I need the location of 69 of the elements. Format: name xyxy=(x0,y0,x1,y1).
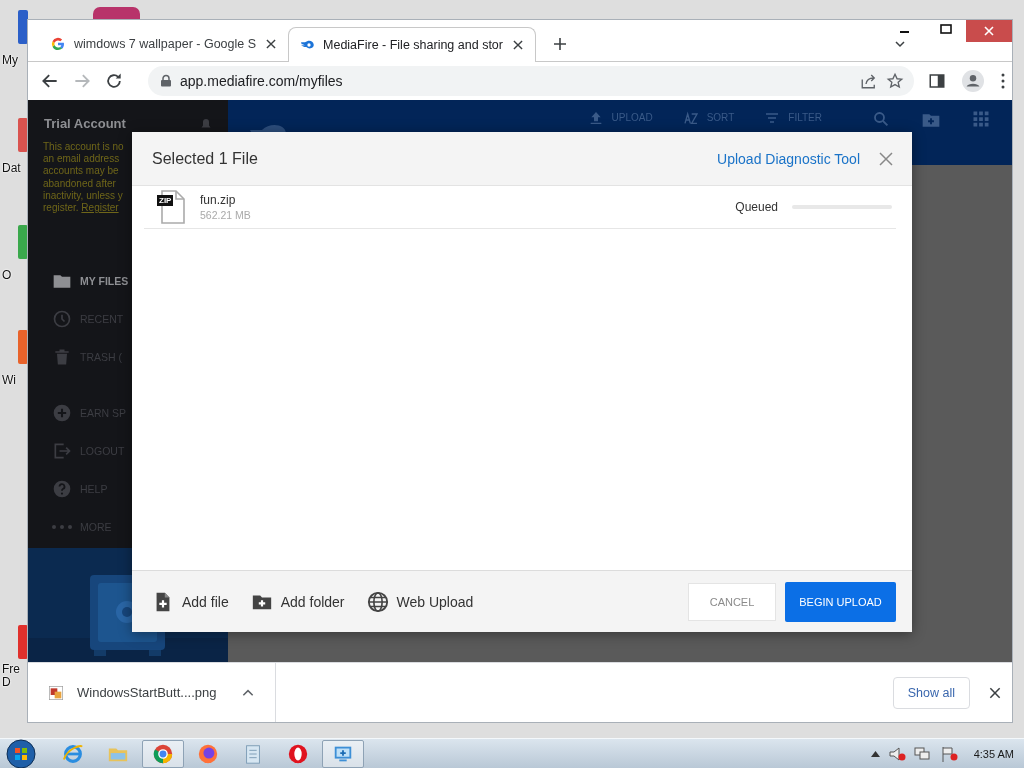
clock-icon xyxy=(52,309,72,330)
taskbar-button[interactable] xyxy=(142,739,184,768)
app-icon xyxy=(18,625,28,659)
network-icon[interactable] xyxy=(913,745,932,762)
address-bar[interactable]: app.mediafire.com/myfiles xyxy=(148,66,914,96)
avatar-icon[interactable] xyxy=(962,70,984,92)
sidebar-item-label: MY FILES xyxy=(80,275,129,288)
tab-title: MediaFire - File sharing and stor xyxy=(323,38,503,52)
sidebar-item[interactable]: MY FILES xyxy=(52,262,129,301)
tab-title: wimdows 7 wallpaper - Google S xyxy=(74,37,257,51)
up-arrow-icon[interactable] xyxy=(870,750,880,757)
new-tab-icon[interactable] xyxy=(551,36,568,52)
register-link[interactable]: Register xyxy=(81,202,119,213)
app-icon xyxy=(18,118,28,152)
globe-icon xyxy=(366,590,389,613)
close-icon[interactable] xyxy=(510,38,525,52)
show-all-button[interactable]: Show all xyxy=(892,676,970,709)
desktop-icon-label: Dat xyxy=(1,162,22,175)
star-icon[interactable] xyxy=(886,72,904,90)
side-panel-icon[interactable] xyxy=(928,72,946,90)
browser-icon xyxy=(152,742,174,765)
plus-circle-icon xyxy=(52,403,72,424)
desktop-icon-label: My xyxy=(1,54,19,67)
google-icon xyxy=(50,36,66,52)
account-title: Trial Account xyxy=(44,116,126,131)
begin-upload-button[interactable]: BEGIN UPLOAD xyxy=(785,581,896,622)
flag-icon[interactable] xyxy=(939,745,958,762)
download-file-name[interactable]: WindowsStartButt....png xyxy=(77,685,217,700)
chevron-down-icon[interactable] xyxy=(894,38,906,50)
share-icon[interactable] xyxy=(860,72,878,90)
upload-option[interactable]: Add file xyxy=(152,590,229,613)
browser-tab[interactable]: MediaFire - File sharing and stor xyxy=(288,27,536,62)
dialog-title: Selected 1 File xyxy=(152,149,258,168)
browser-icon xyxy=(197,742,219,765)
url-text: app.mediafire.com/myfiles xyxy=(180,73,344,89)
reload-icon[interactable] xyxy=(104,71,124,91)
upload-option[interactable]: Web Upload xyxy=(366,590,474,613)
filter-icon xyxy=(764,110,781,126)
desktop-icon-label: O xyxy=(1,269,13,282)
upload-option[interactable]: Add folder xyxy=(250,590,345,613)
app-icon xyxy=(18,225,28,259)
file-name: fun.zip xyxy=(200,193,237,207)
app-icon xyxy=(18,10,28,44)
menu-icon[interactable] xyxy=(1000,72,1006,90)
file-size: 562.21 MB xyxy=(200,209,251,221)
sort-icon xyxy=(682,110,699,126)
bell-icon xyxy=(200,116,212,131)
clock[interactable]: 4:35 AM xyxy=(973,747,1014,760)
browser-icon xyxy=(287,742,309,765)
logout-icon xyxy=(52,441,72,462)
cancel-button[interactable]: CANCEL xyxy=(688,582,776,621)
desktop-icon-label: Wi xyxy=(1,374,17,387)
taskbar-button[interactable] xyxy=(322,739,364,768)
image-file-icon xyxy=(48,684,64,701)
browser-tab[interactable]: wimdows 7 wallpaper - Google S xyxy=(40,27,289,61)
help-icon xyxy=(52,479,72,500)
speaker-icon[interactable] xyxy=(887,745,906,762)
close-icon[interactable] xyxy=(264,37,279,51)
upload-status: Queued xyxy=(735,200,778,214)
diagnostic-link[interactable]: Upload Diagnostic Tool xyxy=(717,150,860,167)
file-type-badge: ZIP xyxy=(157,195,174,206)
close-icon[interactable] xyxy=(988,685,1002,700)
start-button-icon[interactable] xyxy=(6,738,36,768)
more-icon xyxy=(52,525,72,530)
lock-icon xyxy=(160,74,172,88)
desktop-icon-label: Fre D xyxy=(1,663,21,689)
trash-icon xyxy=(52,347,72,368)
browser-icon xyxy=(62,742,84,765)
app-icon xyxy=(18,330,28,364)
